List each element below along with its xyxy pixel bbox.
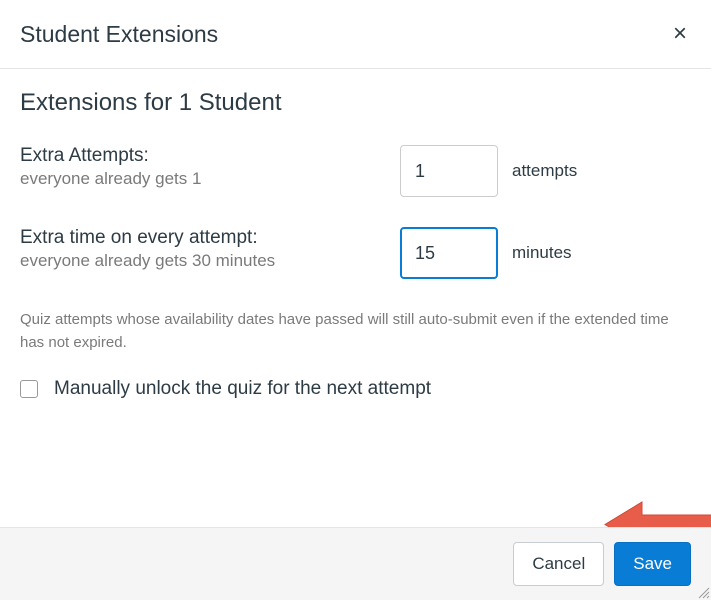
extra-time-unit: minutes [512, 243, 572, 263]
modal-title: Student Extensions [20, 21, 218, 48]
extra-time-input-group: minutes [400, 227, 572, 279]
unlock-checkbox-label[interactable]: Manually unlock the quiz for the next at… [54, 378, 431, 400]
extra-attempts-input[interactable] [400, 145, 498, 197]
unlock-checkbox-row: Manually unlock the quiz for the next at… [20, 378, 691, 400]
modal-footer: Cancel Save [0, 527, 711, 600]
extra-time-input[interactable] [400, 227, 498, 279]
close-icon[interactable]: × [669, 20, 691, 48]
extra-attempts-row: Extra Attempts: everyone already gets 1 … [20, 145, 691, 197]
extra-attempts-sublabel: everyone already gets 1 [20, 169, 400, 189]
extra-time-sublabel: everyone already gets 30 minutes [20, 251, 400, 271]
modal-body: Extensions for 1 Student Extra Attempts:… [0, 69, 711, 430]
hint-text: Quiz attempts whose availability dates h… [20, 309, 691, 354]
subtitle: Extensions for 1 Student [20, 89, 691, 117]
cancel-button[interactable]: Cancel [513, 542, 604, 586]
extra-attempts-label: Extra Attempts: [20, 145, 400, 167]
extra-attempts-label-group: Extra Attempts: everyone already gets 1 [20, 145, 400, 189]
extra-time-label-group: Extra time on every attempt: everyone al… [20, 227, 400, 271]
extra-time-label: Extra time on every attempt: [20, 227, 400, 249]
save-button[interactable]: Save [614, 542, 691, 586]
extra-time-row: Extra time on every attempt: everyone al… [20, 227, 691, 279]
modal-header: Student Extensions × [0, 0, 711, 69]
unlock-checkbox[interactable] [20, 380, 38, 398]
extra-attempts-input-group: attempts [400, 145, 577, 197]
extra-attempts-unit: attempts [512, 161, 577, 181]
